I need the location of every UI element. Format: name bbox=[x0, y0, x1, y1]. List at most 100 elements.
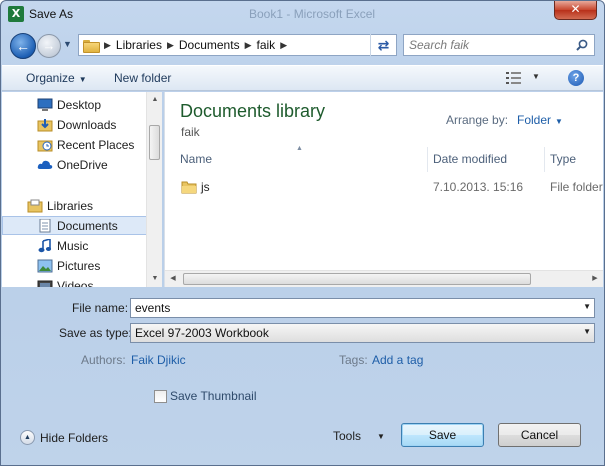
file-name-input[interactable] bbox=[135, 300, 575, 316]
search-icon[interactable] bbox=[576, 39, 588, 51]
refresh-icon[interactable]: ⇄ bbox=[370, 34, 396, 56]
back-arrow-icon[interactable]: ← bbox=[10, 33, 36, 59]
scroll-up-icon[interactable]: ▲ bbox=[147, 93, 162, 107]
file-name-combobox[interactable]: ▼ bbox=[130, 298, 595, 318]
recent-locations-dropdown[interactable]: ▼ bbox=[63, 39, 75, 51]
file-list-pane: Documents library faik Arrange by: Folde… bbox=[164, 92, 603, 287]
file-name-label: File name: bbox=[72, 301, 129, 315]
authors-label: Authors: bbox=[81, 353, 126, 367]
dialog-title: Save As bbox=[29, 7, 74, 21]
arrange-by-label: Arrange by: bbox=[446, 113, 509, 127]
arrange-by-value: Folder bbox=[517, 113, 552, 127]
sidebar-item-documents[interactable]: Documents bbox=[2, 216, 147, 235]
scrollbar-thumb[interactable] bbox=[183, 273, 531, 285]
arrange-by-dropdown[interactable]: Folder ▼ bbox=[517, 113, 563, 127]
sidebar-item-onedrive[interactable]: OneDrive bbox=[2, 155, 147, 174]
cancel-button[interactable]: Cancel bbox=[498, 423, 581, 447]
close-button[interactable]: ✕ bbox=[554, 1, 597, 20]
help-icon[interactable]: ? bbox=[568, 70, 584, 86]
sidebar-item-label: Recent Places bbox=[57, 137, 135, 152]
downloads-icon bbox=[37, 118, 53, 132]
scroll-left-icon[interactable]: ◀ bbox=[166, 272, 180, 286]
save-as-dialog: X Save As Book1 - Microsoft Excel ✕ ← → … bbox=[0, 0, 605, 466]
sidebar-item-label: Downloads bbox=[57, 117, 117, 132]
file-date-modified: 7.10.2013. 15:16 bbox=[433, 180, 524, 194]
libraries-icon bbox=[27, 199, 43, 213]
navigation-bar: ← → ▼ ▶ Libraries ▶ Documents ▶ faik ▶ ⇄ bbox=[1, 29, 604, 61]
sidebar-item-label: Desktop bbox=[57, 97, 102, 112]
tags-value[interactable]: Add a tag bbox=[372, 353, 423, 367]
folder-icon bbox=[83, 39, 100, 53]
chevron-right-icon[interactable]: ▶ bbox=[280, 40, 287, 51]
sidebar-item-recent-places[interactable]: Recent Places bbox=[2, 135, 147, 154]
breadcrumb-libraries[interactable]: Libraries bbox=[116, 38, 162, 52]
forward-arrow-icon[interactable]: → bbox=[37, 34, 61, 58]
music-icon bbox=[37, 237, 53, 253]
hide-folders-label: Hide Folders bbox=[40, 430, 109, 445]
sidebar-item-label: Documents bbox=[57, 218, 118, 233]
title-bar: X Save As Book1 - Microsoft Excel ✕ bbox=[1, 1, 604, 27]
chevron-down-icon[interactable]: ▼ bbox=[583, 302, 591, 311]
column-header-name[interactable]: Name bbox=[180, 147, 212, 172]
authors-value[interactable]: Faik Djikic bbox=[131, 353, 186, 367]
sidebar-item-label: Pictures bbox=[57, 258, 101, 273]
save-as-type-value: Excel 97-2003 Workbook bbox=[135, 326, 269, 340]
sidebar-item-libraries[interactable]: Libraries bbox=[2, 196, 147, 215]
tools-button[interactable]: Tools bbox=[333, 429, 361, 443]
scrollbar-thumb[interactable] bbox=[149, 125, 160, 160]
column-divider[interactable] bbox=[427, 147, 428, 172]
column-header-type[interactable]: Type bbox=[550, 147, 576, 172]
save-as-type-label: Save as type: bbox=[59, 326, 132, 340]
sort-ascending-icon: ▲ bbox=[296, 145, 303, 152]
desktop-icon bbox=[37, 98, 53, 112]
chevron-down-icon[interactable]: ▼ bbox=[532, 72, 540, 81]
chevron-right-icon[interactable]: ▶ bbox=[167, 40, 174, 51]
breadcrumb-documents[interactable]: Documents bbox=[179, 38, 240, 52]
chevron-down-icon: ▼ bbox=[555, 117, 563, 126]
recent-places-icon bbox=[37, 138, 53, 152]
command-bar: Organize ▼ New folder ▼ ? bbox=[2, 65, 603, 91]
sidebar-item-desktop[interactable]: Desktop bbox=[2, 95, 147, 114]
hide-folders-button[interactable]: ▲ Hide Folders bbox=[20, 430, 108, 445]
chevron-down-icon[interactable]: ▼ bbox=[377, 432, 385, 441]
search-input[interactable] bbox=[409, 36, 569, 54]
save-button[interactable]: Save bbox=[401, 423, 484, 447]
sidebar-scrollbar[interactable]: ▲ ▼ bbox=[146, 92, 162, 287]
save-thumbnail-checkbox[interactable] bbox=[154, 390, 167, 403]
sidebar-item-label: Videos bbox=[57, 278, 94, 288]
table-row[interactable]: js 7.10.2013. 15:16 File folder bbox=[165, 177, 603, 197]
column-header-date[interactable]: Date modified bbox=[433, 147, 507, 172]
chevron-down-icon: ▼ bbox=[583, 327, 591, 336]
library-title: Documents library bbox=[180, 101, 326, 121]
sidebar-item-label: OneDrive bbox=[57, 157, 108, 172]
chevron-right-icon[interactable]: ▶ bbox=[104, 40, 111, 51]
file-type: File folder bbox=[550, 180, 603, 194]
views-icon[interactable]: ▼ bbox=[506, 72, 546, 86]
folder-icon bbox=[181, 181, 197, 194]
chevron-right-icon[interactable]: ▶ bbox=[245, 40, 252, 51]
library-subtitle: faik bbox=[181, 125, 200, 139]
chevron-down-icon: ▼ bbox=[78, 75, 87, 84]
address-bar[interactable]: ▶ Libraries ▶ Documents ▶ faik ▶ bbox=[78, 34, 397, 56]
save-as-type-select[interactable]: Excel 97-2003 Workbook ▼ bbox=[130, 323, 595, 343]
background-window-title: Book1 - Microsoft Excel bbox=[249, 7, 376, 21]
breadcrumb-faik[interactable]: faik bbox=[257, 38, 276, 52]
sidebar-item-downloads[interactable]: Downloads bbox=[2, 115, 147, 134]
sidebar-item-videos[interactable]: Videos bbox=[2, 276, 147, 287]
sidebar-item-label: Music bbox=[57, 238, 89, 253]
horizontal-scrollbar[interactable]: ◀ ▶ bbox=[165, 270, 603, 287]
column-divider[interactable] bbox=[544, 147, 545, 172]
views-grid-icon bbox=[506, 72, 521, 84]
organize-button[interactable]: Organize ▼ bbox=[26, 71, 87, 85]
navigation-pane: Desktop Downloads Recent Places OneDrive… bbox=[2, 92, 162, 287]
search-box[interactable] bbox=[403, 34, 595, 56]
scroll-down-icon[interactable]: ▼ bbox=[147, 272, 162, 286]
pictures-icon bbox=[37, 259, 53, 273]
tags-label: Tags: bbox=[339, 353, 368, 367]
sidebar-item-pictures[interactable]: Pictures bbox=[2, 256, 147, 275]
save-thumbnail-label[interactable]: Save Thumbnail bbox=[170, 389, 257, 403]
videos-icon bbox=[37, 279, 53, 287]
new-folder-button[interactable]: New folder bbox=[114, 71, 171, 85]
sidebar-item-music[interactable]: Music bbox=[2, 236, 147, 255]
scroll-right-icon[interactable]: ▶ bbox=[588, 272, 602, 286]
